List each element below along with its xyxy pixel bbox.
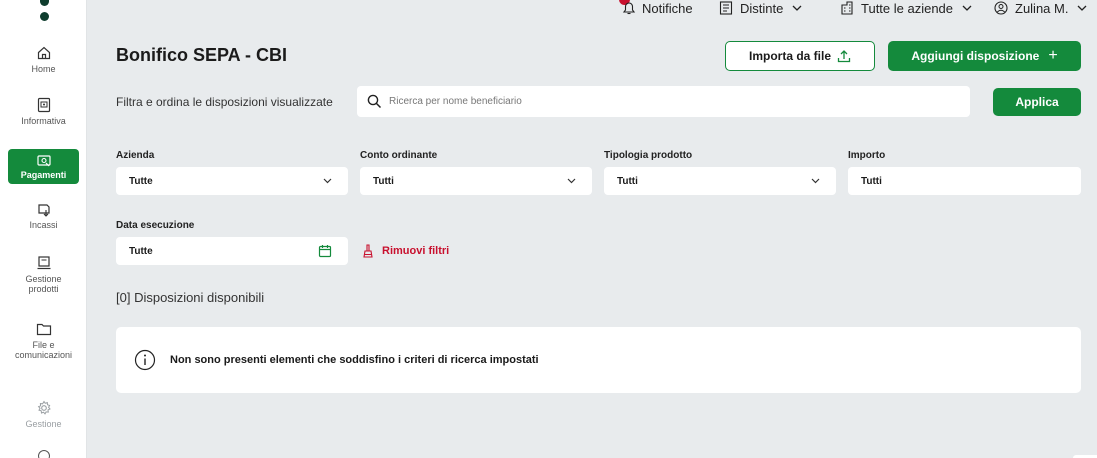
- chevron-down-icon: [567, 178, 576, 184]
- products-icon: [37, 256, 50, 270]
- sidebar-item-label: Gestione prodotti: [25, 274, 62, 294]
- sidebar-item-file-comunicazioni[interactable]: File e comunicazioni: [0, 321, 87, 360]
- user-name: Zulina M.: [1015, 0, 1069, 16]
- building-icon: [841, 1, 853, 15]
- tipologia-value: Tutti: [617, 175, 638, 187]
- importo-field[interactable]: Tutti: [848, 167, 1081, 195]
- remove-filters-label: Rimuovi filtri: [382, 245, 450, 257]
- sidebar-item-label: Pagamenti: [20, 170, 67, 180]
- page-title: Bonifico SEPA - CBI: [116, 45, 287, 65]
- gear-icon: [37, 400, 51, 415]
- upload-icon: [837, 50, 851, 63]
- calendar-icon[interactable]: [318, 244, 332, 258]
- empty-state-message: Non sono presenti elementi che soddisfin…: [170, 354, 539, 366]
- sidebar-item-label: Informativa: [21, 116, 66, 126]
- plus-icon: +: [1048, 47, 1058, 64]
- bell-icon: [622, 2, 636, 15]
- import-from-file-button[interactable]: Importa da file: [725, 41, 875, 71]
- chevron-down-icon: [962, 5, 972, 11]
- filter-label: Filtra e ordina le disposizioni visualiz…: [116, 95, 333, 109]
- chevron-down-icon: [323, 178, 332, 184]
- sidebar-item-incassi[interactable]: Incassi: [0, 201, 87, 230]
- azienda-select[interactable]: Tutte: [116, 167, 348, 195]
- sidebar-item-label: Home: [31, 64, 56, 74]
- distinte-icon: [719, 1, 733, 15]
- conto-select[interactable]: Tutti: [360, 167, 592, 195]
- notifications-button[interactable]: Notifiche: [619, 0, 693, 16]
- search-input[interactable]: [389, 96, 929, 107]
- user-menu[interactable]: Zulina M.: [994, 0, 1087, 16]
- sidebar: Home Informativa Pagamenti Incassi Gesti…: [0, 0, 87, 458]
- notifications-label: Notifiche: [642, 0, 693, 16]
- distinte-label: Distinte: [740, 0, 784, 16]
- help-icon[interactable]: [38, 450, 50, 458]
- apply-button[interactable]: Applica: [993, 88, 1081, 116]
- chevron-down-icon: [792, 5, 802, 11]
- sidebar-item-home[interactable]: Home: [0, 45, 87, 74]
- add-button-label: Aggiungi disposizione: [911, 49, 1040, 63]
- conto-value: Tutti: [373, 175, 394, 187]
- remove-filters-button[interactable]: Rimuovi filtri: [362, 244, 449, 258]
- data-esecuzione-label: Data esecuzione: [116, 220, 195, 231]
- empty-state-card: Non sono presenti elementi che soddisfin…: [116, 327, 1081, 393]
- importo-label: Importo: [848, 150, 886, 161]
- user-icon: [994, 1, 1008, 15]
- folder-icon: [36, 323, 51, 336]
- importo-value: Tutti: [861, 175, 882, 187]
- broom-icon: [363, 244, 373, 258]
- import-button-label: Importa da file: [748, 49, 831, 63]
- collections-icon: [37, 204, 50, 217]
- sidebar-item-label: Incassi: [29, 220, 58, 230]
- companies-menu[interactable]: Tutte le aziende: [840, 0, 972, 16]
- sidebar-item-informativa[interactable]: Informativa: [0, 97, 87, 126]
- add-disposition-button[interactable]: Aggiungi disposizione +: [888, 41, 1081, 71]
- chevron-down-icon: [1078, 5, 1087, 11]
- results-count: [0] Disposizioni disponibili: [116, 290, 265, 305]
- info-icon: [134, 349, 156, 371]
- sidebar-item-gestione-prodotti[interactable]: Gestione prodotti: [0, 255, 87, 294]
- chevron-down-icon: [811, 178, 820, 184]
- azienda-label: Azienda: [116, 150, 155, 161]
- sidebar-item-label: Gestione: [25, 419, 62, 429]
- home-icon: [37, 46, 50, 60]
- tipologia-select[interactable]: Tutti: [604, 167, 836, 195]
- app-logo: [40, 0, 49, 27]
- sidebar-item-gestione[interactable]: Gestione: [0, 400, 87, 429]
- data-esecuzione-value: Tutte: [129, 245, 153, 257]
- distinte-menu[interactable]: Distinte: [719, 0, 802, 16]
- search-icon: [367, 94, 382, 109]
- conto-label: Conto ordinante: [360, 150, 438, 161]
- top-bar: Notifiche Distinte Tutte le aziende Zuli…: [87, 0, 1097, 18]
- tipologia-label: Tipologia prodotto: [604, 150, 693, 161]
- payments-icon: [36, 155, 51, 167]
- sidebar-item-pagamenti[interactable]: Pagamenti: [8, 149, 79, 184]
- sidebar-item-label: File e comunicazioni: [14, 340, 73, 360]
- companies-label: Tutte le aziende: [861, 0, 954, 16]
- info-doc-icon: [37, 97, 50, 113]
- data-esecuzione-field[interactable]: Tutte: [116, 237, 348, 265]
- search-box[interactable]: [357, 86, 970, 117]
- azienda-value: Tutte: [129, 175, 153, 187]
